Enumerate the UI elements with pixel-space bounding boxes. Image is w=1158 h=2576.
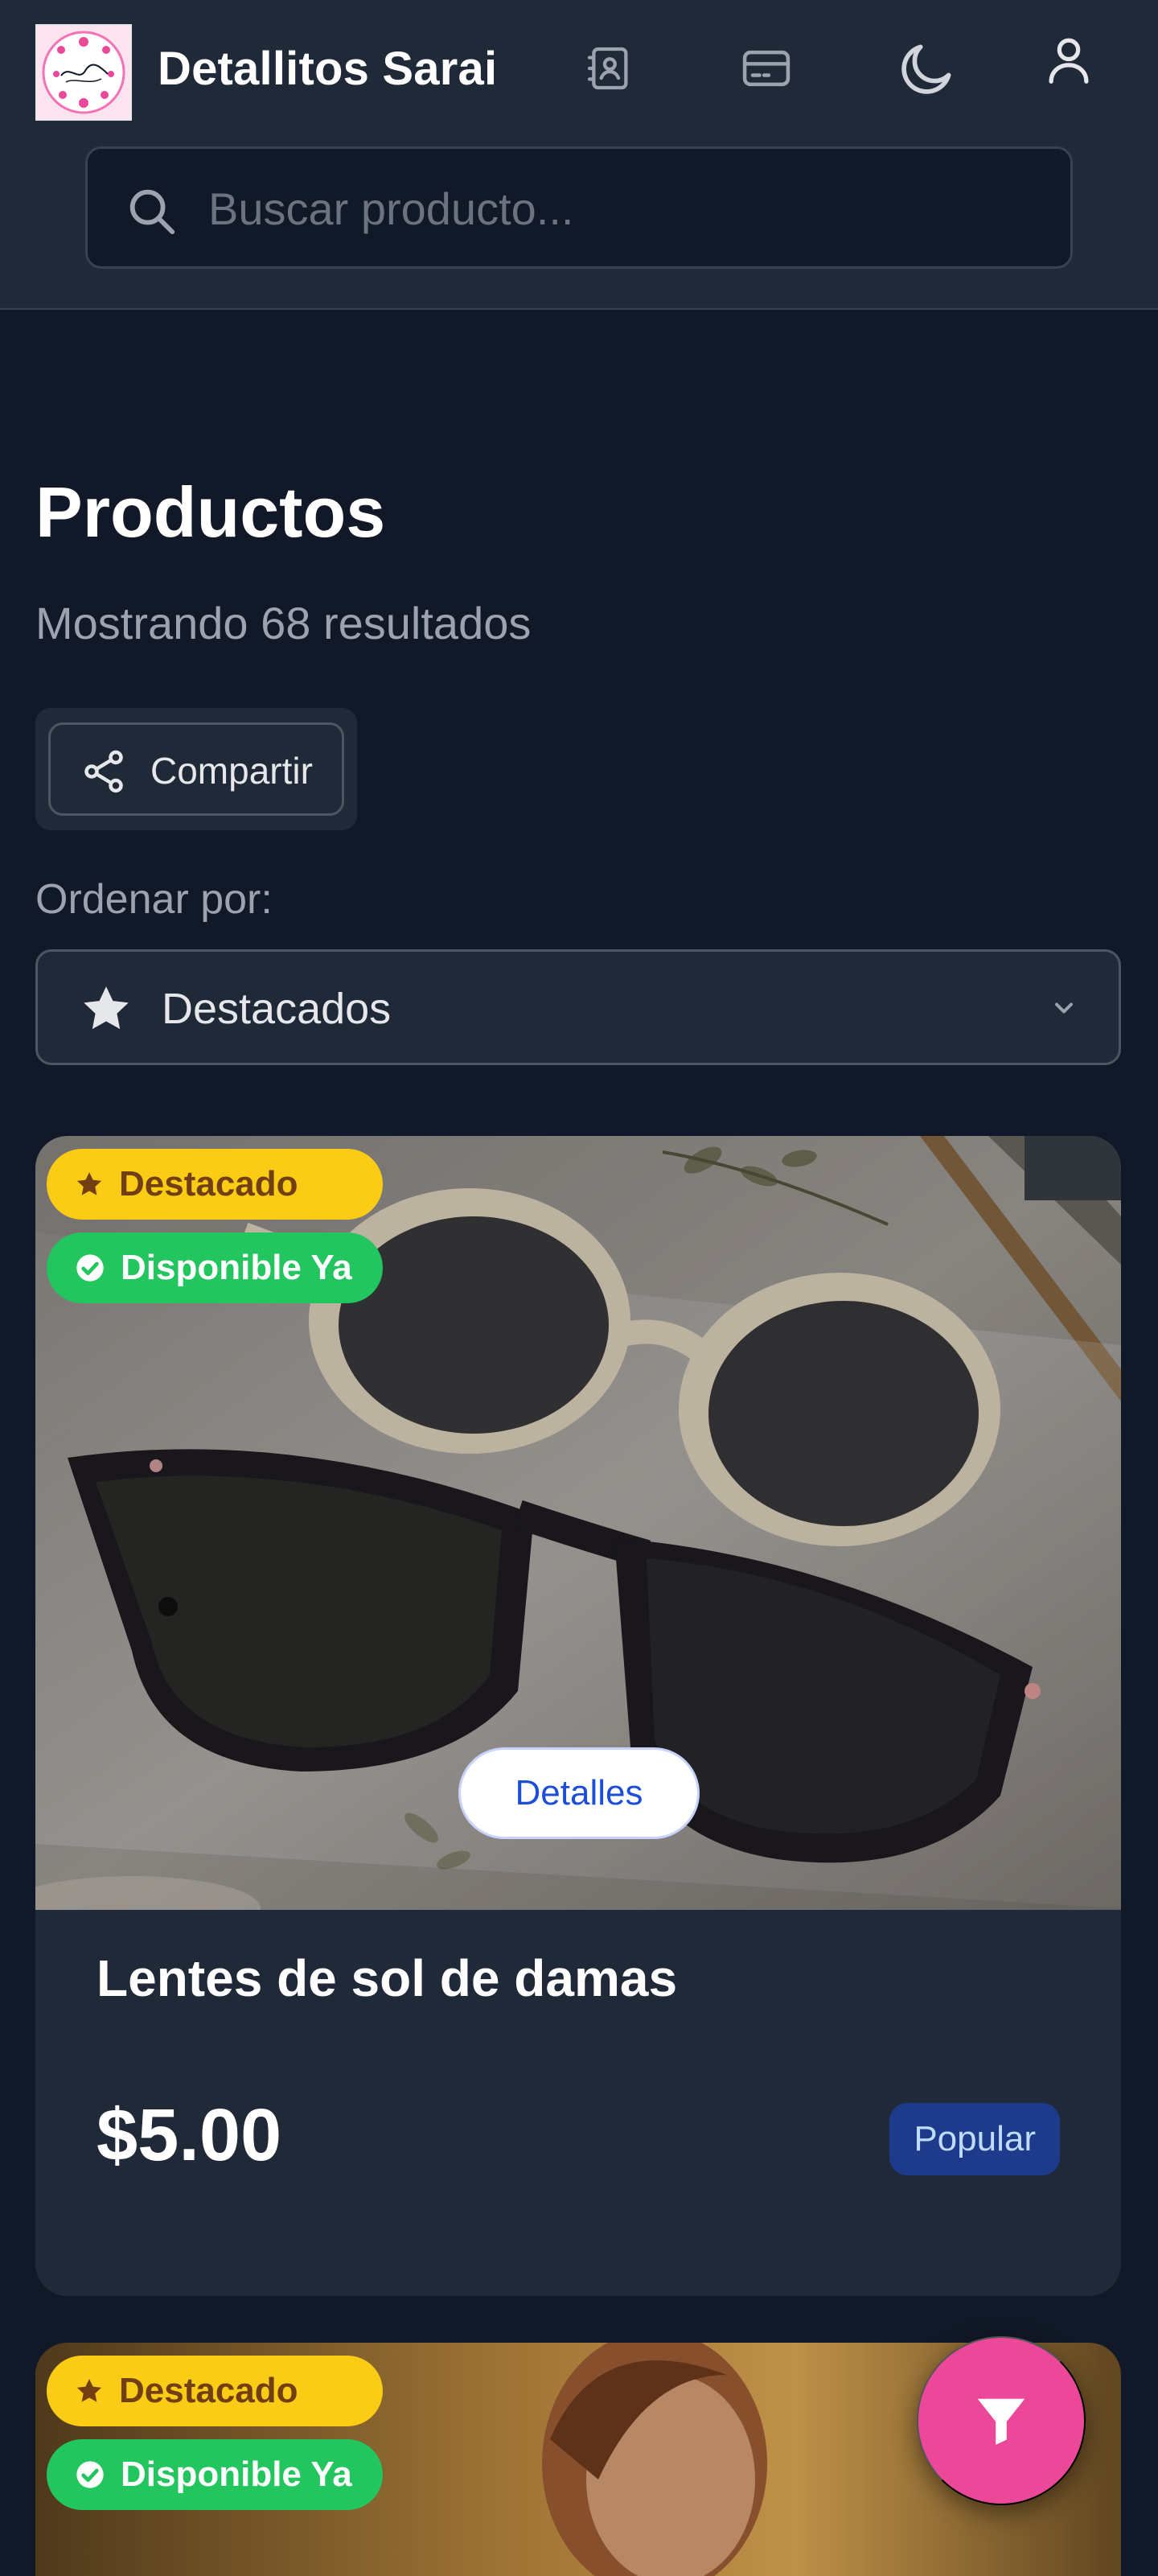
available-badge-label: Disponible Ya xyxy=(121,1248,352,1287)
search-icon xyxy=(123,183,179,243)
filter-icon xyxy=(971,2390,1031,2452)
share-button[interactable]: Compartir xyxy=(48,722,344,816)
star-icon xyxy=(78,981,134,1041)
featured-badge-label: Destacado xyxy=(119,2371,298,2410)
search-bar xyxy=(85,146,1073,269)
check-circle-icon xyxy=(74,1252,106,1284)
sort-select[interactable]: Destacados xyxy=(35,949,1121,1065)
share-label: Compartir xyxy=(150,750,313,792)
filter-button[interactable] xyxy=(917,2336,1086,2505)
product-price: $5.00 xyxy=(96,2094,282,2176)
sort-label: Ordenar por: xyxy=(35,876,273,923)
featured-badge: Destacado xyxy=(47,1149,383,1220)
product-image[interactable]: Destacado Disponible Ya Detalles xyxy=(35,1136,1121,1910)
share-icon xyxy=(80,747,128,798)
check-circle-icon xyxy=(74,2459,106,2491)
logo-image xyxy=(37,26,130,119)
brand-name[interactable]: Detallitos Sarai xyxy=(158,42,497,96)
page-title: Productos xyxy=(35,472,386,552)
chevron-down-icon xyxy=(1049,994,1078,1027)
available-badge: Disponible Ya xyxy=(47,1232,383,1303)
user-icon[interactable] xyxy=(1033,24,1105,97)
top-header: Detallitos Sarai xyxy=(0,0,1158,310)
available-badge-label: Disponible Ya xyxy=(121,2455,352,2494)
share-container: Compartir xyxy=(35,708,357,830)
search-input[interactable] xyxy=(208,178,1045,239)
star-icon xyxy=(74,1169,105,1200)
contacts-icon[interactable] xyxy=(573,32,645,105)
available-badge: Disponible Ya xyxy=(47,2439,383,2510)
sort-selected-value: Destacados xyxy=(162,985,392,1033)
details-button[interactable]: Detalles xyxy=(458,1747,700,1839)
featured-badge: Destacado xyxy=(47,2356,383,2426)
brand-logo[interactable] xyxy=(35,24,132,121)
credit-card-icon[interactable] xyxy=(730,32,803,105)
product-name[interactable]: Lentes de sol de damas xyxy=(96,1948,677,2008)
featured-badge-label: Destacado xyxy=(119,1164,298,1204)
results-count: Mostrando 68 resultados xyxy=(35,598,532,648)
moon-icon[interactable] xyxy=(891,32,963,105)
star-icon xyxy=(74,2376,105,2406)
popular-tag: Popular xyxy=(889,2103,1060,2175)
product-card[interactable]: Destacado Disponible Ya Detalles Lentes … xyxy=(35,1136,1121,2296)
